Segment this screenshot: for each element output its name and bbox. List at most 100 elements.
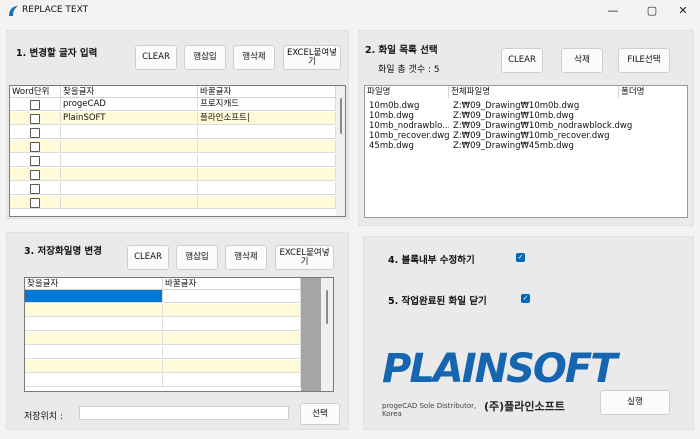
replace-cell[interactable] — [198, 154, 336, 166]
fn-replace-cell[interactable] — [163, 360, 301, 372]
list-item[interactable]: 10mb.dwg Z:₩09_Drawing₩10mb.dwg — [365, 111, 685, 121]
file-delete-button[interactable]: 삭제 — [561, 48, 603, 73]
fn-find-cell[interactable] — [25, 346, 163, 358]
table-row[interactable] — [10, 182, 336, 195]
word-unit-cell[interactable] — [10, 98, 61, 110]
file-name: 10mb.dwg — [369, 111, 414, 121]
replace-cell[interactable] — [198, 140, 336, 152]
text-insert-row-button[interactable]: 행삽입 — [184, 45, 226, 70]
fn-replace-cell[interactable] — [163, 374, 301, 386]
table-row[interactable] — [10, 168, 336, 181]
list-item[interactable]: 10m0b.dwg Z:₩09_Drawing₩10m0b.dwg — [365, 101, 685, 111]
file-clear-button[interactable]: CLEAR — [501, 48, 543, 73]
replace-cell[interactable] — [198, 168, 336, 180]
close-button[interactable]: ✕ — [666, 0, 700, 22]
text-clear-button[interactable]: CLEAR — [135, 45, 177, 70]
word-unit-checkbox[interactable] — [30, 128, 40, 138]
file-name: 45mb.dwg — [369, 141, 414, 151]
find-cell[interactable]: PlainSOFT — [61, 112, 198, 124]
word-unit-cell[interactable] — [10, 112, 61, 124]
minimize-button[interactable]: — — [596, 0, 630, 22]
word-unit-cell[interactable] — [10, 154, 61, 166]
scroll-thumb[interactable] — [340, 98, 342, 134]
file-full-path: Z:₩09_Drawing₩10mb_recover.dwg — [453, 131, 610, 141]
table-row[interactable] — [25, 304, 301, 317]
replace-cell[interactable] — [198, 126, 336, 138]
run-button[interactable]: 실행 — [600, 390, 670, 415]
option5-checkbox[interactable]: ✓ — [521, 294, 530, 303]
filename-grid[interactable]: 찾을글자 바꿀글자 — [24, 277, 334, 392]
option4-checkbox[interactable]: ✓ — [516, 253, 525, 262]
file-list[interactable]: 파일명 전체파일명 폴더명 10m0b.dwg Z:₩09_Drawing₩10m… — [364, 85, 688, 218]
col-file-name: 파일명 — [365, 86, 449, 98]
window-title: REPLACE TEXT — [22, 5, 89, 15]
word-unit-cell[interactable] — [10, 140, 61, 152]
maximize-button[interactable]: ▢ — [635, 0, 669, 22]
fn-grid-scrollbar[interactable] — [321, 278, 333, 391]
fn-clear-button[interactable]: CLEAR — [127, 245, 169, 270]
text-grid-scrollbar[interactable] — [336, 86, 345, 216]
word-unit-cell[interactable] — [10, 168, 61, 180]
replace-cell[interactable]: 플라인소프트| — [198, 112, 336, 124]
find-cell[interactable]: progeCAD — [61, 98, 198, 110]
word-unit-cell[interactable] — [10, 196, 61, 208]
word-unit-checkbox[interactable] — [30, 198, 40, 208]
list-item[interactable]: 45mb.dwg Z:₩09_Drawing₩45mb.dwg — [365, 141, 685, 151]
fn-find-cell[interactable] — [25, 290, 163, 302]
word-unit-cell[interactable] — [10, 126, 61, 138]
file-full-path: Z:₩09_Drawing₩10mb_nodrawblock.dwg — [453, 121, 633, 131]
text-delete-row-button[interactable]: 행삭제 — [233, 45, 275, 70]
fn-find-cell[interactable] — [25, 360, 163, 372]
table-row[interactable]: PlainSOFT 플라인소프트| — [10, 112, 336, 125]
text-excel-paste-button[interactable]: EXCEL붙여넣기 — [283, 45, 341, 70]
fn-find-cell[interactable] — [25, 374, 163, 386]
table-row[interactable] — [10, 154, 336, 167]
table-row[interactable] — [10, 126, 336, 139]
fn-replace-cell[interactable] — [163, 290, 301, 302]
fn-delete-row-button[interactable]: 행삭제 — [225, 245, 267, 270]
list-item[interactable]: 10mb_recover.dwg Z:₩09_Drawing₩10mb_recov… — [365, 131, 685, 141]
fn-find-cell[interactable] — [25, 332, 163, 344]
table-row[interactable] — [25, 290, 301, 303]
find-cell[interactable] — [61, 196, 198, 208]
word-unit-checkbox[interactable] — [30, 142, 40, 152]
table-row[interactable] — [25, 346, 301, 359]
fn-replace-cell[interactable] — [163, 304, 301, 316]
table-row[interactable] — [10, 140, 336, 153]
table-row[interactable] — [25, 360, 301, 373]
word-unit-checkbox[interactable] — [30, 156, 40, 166]
replace-cell[interactable] — [198, 182, 336, 194]
table-row[interactable] — [25, 374, 301, 387]
file-name: 10mb_recover.dwg — [369, 131, 449, 141]
file-select-button[interactable]: FILE선택 — [618, 48, 670, 73]
fn-excel-paste-button[interactable]: EXCEL붙여넣기 — [275, 245, 334, 270]
word-unit-checkbox[interactable] — [30, 184, 40, 194]
word-unit-checkbox[interactable] — [30, 100, 40, 110]
table-row[interactable] — [25, 318, 301, 331]
word-unit-cell[interactable] — [10, 182, 61, 194]
scroll-thumb[interactable] — [326, 290, 328, 324]
table-row[interactable] — [10, 196, 336, 209]
table-row[interactable]: progeCAD 프로지캐드 — [10, 98, 336, 111]
fn-replace-cell[interactable] — [163, 332, 301, 344]
fn-find-cell[interactable] — [25, 304, 163, 316]
fn-find-cell[interactable] — [25, 318, 163, 330]
find-cell[interactable] — [61, 168, 198, 180]
fn-replace-cell[interactable] — [163, 318, 301, 330]
word-unit-checkbox[interactable] — [30, 114, 40, 124]
word-unit-checkbox[interactable] — [30, 170, 40, 180]
find-cell[interactable] — [61, 182, 198, 194]
file-full-path: Z:₩09_Drawing₩10mb.dwg — [453, 111, 574, 121]
find-cell[interactable] — [61, 154, 198, 166]
replace-cell[interactable] — [198, 196, 336, 208]
find-cell[interactable] — [61, 126, 198, 138]
fn-replace-cell[interactable] — [163, 346, 301, 358]
save-location-input[interactable] — [79, 406, 289, 420]
list-item[interactable]: 10mb_nodrawblo... Z:₩09_Drawing₩10mb_nodr… — [365, 121, 685, 131]
text-replace-grid[interactable]: Word단위 찾을글자 바꿀글자 progeCAD 프로지캐드 PlainSOFT 플… — [9, 85, 346, 217]
table-row[interactable] — [25, 332, 301, 345]
fn-insert-row-button[interactable]: 행삽입 — [176, 245, 218, 270]
replace-cell[interactable]: 프로지캐드 — [198, 98, 336, 110]
save-select-button[interactable]: 선택 — [300, 403, 340, 425]
find-cell[interactable] — [61, 140, 198, 152]
